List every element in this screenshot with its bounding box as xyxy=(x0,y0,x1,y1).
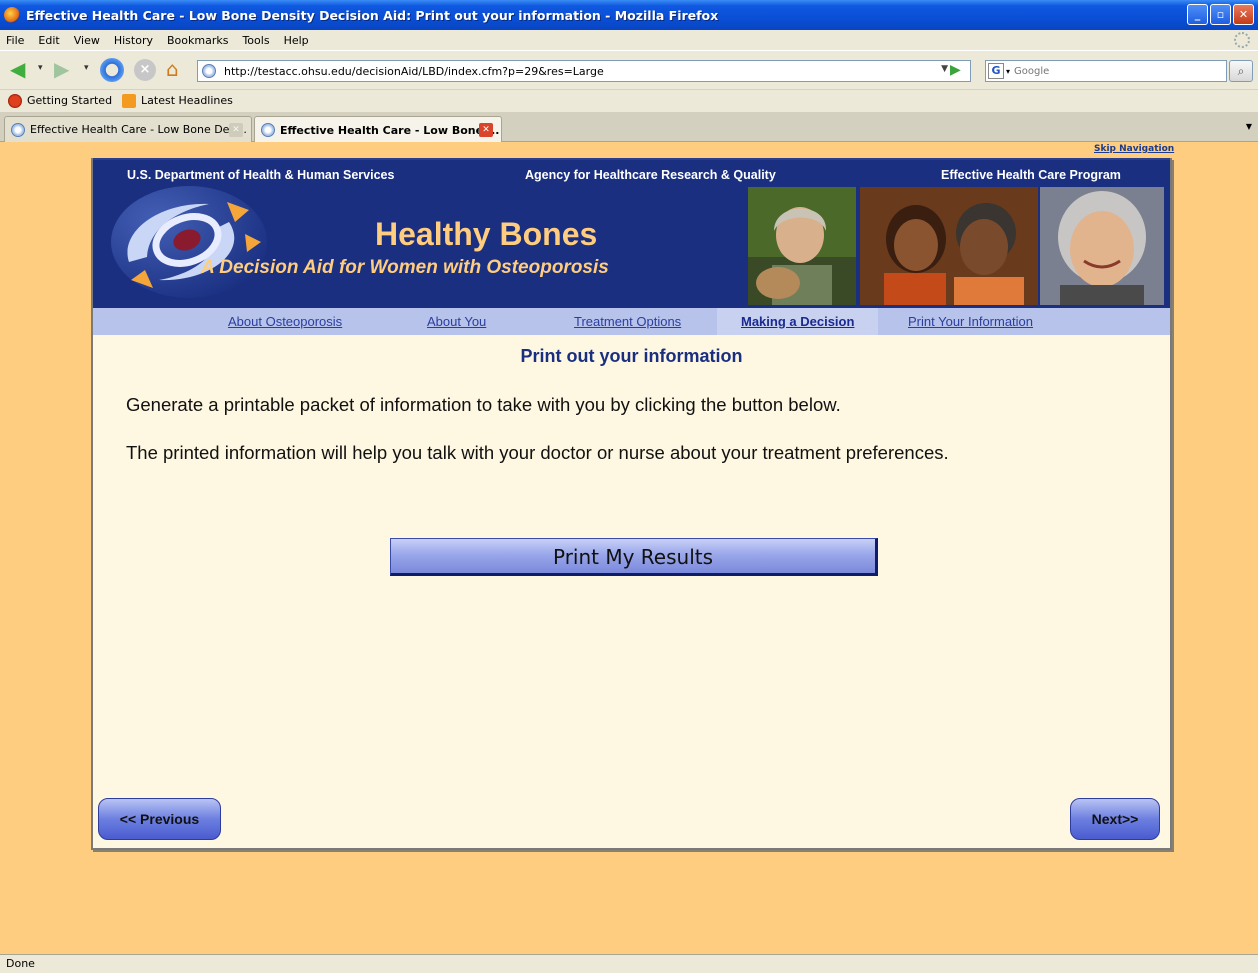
firefox-bookmark-icon xyxy=(8,93,22,108)
tab-list-dropdown-icon[interactable]: ▼ xyxy=(1246,122,1252,131)
reload-icon[interactable] xyxy=(100,58,124,82)
skip-navigation-link[interactable]: Skip Navigation xyxy=(1094,144,1174,154)
two-women-photo xyxy=(860,187,1038,305)
bookmarks-toolbar: Getting Started Latest Headlines xyxy=(0,89,1258,111)
tab-low-bone-density-2[interactable]: Effective Health Care - Low Bone ... ✕ xyxy=(254,116,502,143)
instruction-paragraph: Generate a printable packet of informati… xyxy=(126,394,841,415)
forward-arrow-icon[interactable]: ▶ xyxy=(54,59,80,79)
nav-about-you[interactable]: About You xyxy=(427,314,486,329)
window-controls: _ ▫ ✕ xyxy=(1187,4,1254,25)
menu-tools[interactable]: Tools xyxy=(242,34,269,47)
app-title: Healthy Bones xyxy=(375,216,598,252)
home-icon[interactable]: ⌂ xyxy=(166,57,190,81)
menu-bookmarks[interactable]: Bookmarks xyxy=(167,34,228,47)
menu-view[interactable]: View xyxy=(74,34,100,47)
tab-favicon-icon xyxy=(261,123,275,137)
address-bar[interactable]: ▼ xyxy=(197,60,971,82)
ehc-program-label: Effective Health Care Program xyxy=(941,168,1121,182)
woman-with-dog-photo xyxy=(748,187,856,305)
url-history-dropdown-icon[interactable]: ▼ xyxy=(941,64,948,74)
tab-favicon-icon xyxy=(11,122,25,137)
tab-label: Effective Health Care - Low Bone ... xyxy=(280,123,500,137)
tab-label: Effective Health Care - Low Bone Den... xyxy=(30,123,247,136)
status-bar: Done xyxy=(0,954,1258,973)
ehc-logo-icon xyxy=(111,186,267,298)
close-window-button[interactable]: ✕ xyxy=(1233,4,1254,25)
nav-about-osteoporosis[interactable]: About Osteoporosis xyxy=(228,314,342,329)
search-magnifier-icon[interactable]: ⌕ xyxy=(1229,60,1253,82)
tab-low-bone-density-1[interactable]: Effective Health Care - Low Bone Den... … xyxy=(4,116,252,142)
close-tab-icon[interactable]: ✕ xyxy=(229,123,243,137)
menu-bar: File Edit View History Bookmarks Tools H… xyxy=(0,30,1258,50)
menu-edit[interactable]: Edit xyxy=(38,34,59,47)
page-title: Print out your information xyxy=(520,346,743,366)
section-navigation: About Osteoporosis About You Treatment O… xyxy=(93,308,1170,335)
hhs-label: U.S. Department of Health & Human Servic… xyxy=(127,168,395,182)
throbber-icon xyxy=(1234,32,1250,48)
go-arrow-icon[interactable]: ▶ xyxy=(950,62,961,78)
nav-print-your-information[interactable]: Print Your Information xyxy=(908,314,1033,329)
bookmark-label: Latest Headlines xyxy=(141,94,233,107)
page-viewport: Skip Navigation U.S. Department of Healt… xyxy=(0,142,1258,954)
search-bar[interactable]: G ▾ xyxy=(985,60,1227,82)
nav-treatment-options[interactable]: Treatment Options xyxy=(574,314,681,329)
url-input[interactable] xyxy=(224,64,924,78)
google-engine-icon[interactable]: G xyxy=(988,63,1004,79)
nav-making-a-decision[interactable]: Making a Decision xyxy=(717,308,879,335)
next-button[interactable]: Next>> xyxy=(1070,798,1160,840)
menu-history[interactable]: History xyxy=(114,34,153,47)
firefox-icon xyxy=(4,7,20,23)
navigation-toolbar: ◀ ▾ ▶ ▾ × ⌂ ▼ ▶ G ▾ ⌕ xyxy=(0,50,1258,88)
forward-history-dropdown-icon[interactable]: ▾ xyxy=(84,63,89,73)
bookmark-latest-headlines[interactable]: Latest Headlines xyxy=(122,93,233,108)
stop-icon[interactable]: × xyxy=(134,59,156,81)
back-arrow-icon[interactable]: ◀ xyxy=(10,59,36,79)
window-title-bar: Effective Health Care - Low Bone Density… xyxy=(0,0,1258,30)
previous-button[interactable]: << Previous xyxy=(98,798,221,840)
menu-help[interactable]: Help xyxy=(284,34,309,47)
ahrq-label: Agency for Healthcare Research & Quality xyxy=(525,168,776,182)
asian-woman-photo xyxy=(1040,187,1164,305)
engine-dropdown-icon[interactable]: ▾ xyxy=(1006,67,1010,76)
maximize-button[interactable]: ▫ xyxy=(1210,4,1231,25)
site-banner: U.S. Department of Health & Human Servic… xyxy=(93,158,1170,308)
rss-feed-icon xyxy=(122,93,137,108)
window-title: Effective Health Care - Low Bone Density… xyxy=(26,7,719,23)
bookmark-label: Getting Started xyxy=(27,94,113,107)
content-frame: U.S. Department of Health & Human Servic… xyxy=(91,158,1172,850)
search-input[interactable] xyxy=(1014,65,1215,77)
minimize-button[interactable]: _ xyxy=(1187,4,1208,25)
bookmark-getting-started[interactable]: Getting Started xyxy=(8,93,113,108)
close-tab-icon[interactable]: ✕ xyxy=(479,123,493,137)
app-subtitle: A Decision Aid for Women with Osteoporos… xyxy=(201,257,609,278)
site-favicon-icon xyxy=(202,64,216,78)
menu-file[interactable]: File xyxy=(6,34,24,47)
tab-bar: Effective Health Care - Low Bone Den... … xyxy=(0,112,1258,143)
explanation-paragraph: The printed information will help you ta… xyxy=(126,442,949,463)
back-history-dropdown-icon[interactable]: ▾ xyxy=(38,63,43,73)
print-my-results-button[interactable]: Print My Results xyxy=(390,538,878,576)
